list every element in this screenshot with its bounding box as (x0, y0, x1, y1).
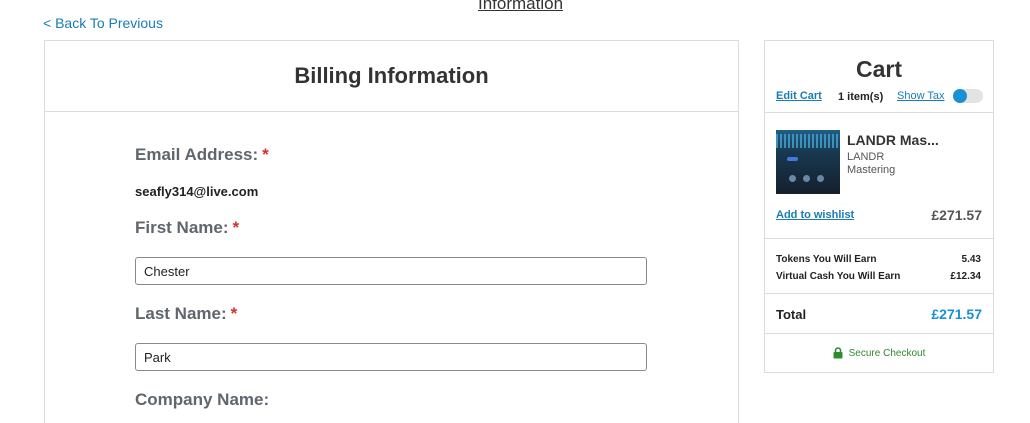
cart-item-count: 1 item(s) (838, 91, 884, 103)
last-name-input[interactable] (135, 343, 647, 371)
cart-title: Cart (855, 56, 902, 82)
cart-item-price: £271.57 (931, 207, 982, 223)
lock-icon (833, 347, 843, 359)
show-tax-link[interactable]: Show Tax (897, 90, 945, 102)
virtual-cash-label: Virtual Cash You Will Earn (776, 271, 901, 282)
virtual-cash-value: £12.34 (950, 271, 981, 282)
email-value: seafly314@live.com (135, 184, 259, 199)
earnings-section: Tokens You Will Earn 5.43 Virtual Cash Y… (765, 239, 993, 294)
add-to-wishlist-link[interactable]: Add to wishlist (776, 209, 854, 221)
thumbnail-button-graphic (787, 157, 798, 161)
first-name-label-text: First Name: (135, 218, 229, 237)
billing-header: Billing Information (45, 41, 738, 112)
thumbnail-knob-graphic (817, 175, 824, 182)
total-value: £271.57 (931, 306, 982, 322)
tokens-row: Tokens You Will Earn 5.43 (776, 254, 981, 265)
cart-item-subtitle: LANDR Mastering (847, 151, 896, 176)
required-marker: * (262, 145, 269, 164)
required-marker: * (232, 218, 240, 237)
show-tax-toggle[interactable] (953, 89, 983, 103)
back-to-previous-link[interactable]: < Back To Previous (43, 15, 163, 31)
last-name-label: Last Name: * (135, 304, 237, 324)
first-name-input[interactable] (135, 257, 647, 285)
waveform-graphic (776, 134, 840, 148)
billing-panel: Billing Information Email Address: * seaf… (44, 40, 739, 423)
billing-title: Billing Information (294, 63, 489, 88)
email-label: Email Address: * (135, 145, 269, 165)
cart-item-name[interactable]: LANDR Mas... (847, 132, 939, 148)
first-name-label: First Name: * (135, 218, 239, 238)
thumbnail-knob-graphic (803, 175, 810, 182)
last-name-label-text: Last Name: (135, 304, 227, 323)
company-name-label: Company Name: (135, 390, 269, 410)
virtual-cash-row: Virtual Cash You Will Earn £12.34 (776, 271, 981, 282)
required-marker: * (230, 304, 238, 323)
information-link[interactable]: Information (478, 0, 563, 14)
cart-header: Cart Edit Cart 1 item(s) Show Tax (765, 41, 993, 113)
tokens-value: 5.43 (961, 254, 981, 265)
email-label-text: Email Address: (135, 145, 259, 164)
edit-cart-link[interactable]: Edit Cart (776, 90, 822, 102)
product-thumbnail[interactable] (776, 130, 840, 194)
tokens-label: Tokens You Will Earn (776, 254, 877, 265)
toggle-knob (953, 89, 967, 103)
thumbnail-knob-graphic (789, 175, 796, 182)
total-label: Total (776, 307, 807, 322)
total-row: Total £271.57 (765, 294, 993, 334)
company-name-label-text: Company Name: (135, 390, 270, 409)
cart-panel: Cart Edit Cart 1 item(s) Show Tax LANDR … (764, 40, 994, 373)
secure-checkout-button[interactable]: Secure Checkout (765, 334, 993, 372)
cart-item: LANDR Mas... LANDR Mastering Add to wish… (765, 113, 993, 239)
secure-checkout-label: Secure Checkout (848, 347, 926, 359)
